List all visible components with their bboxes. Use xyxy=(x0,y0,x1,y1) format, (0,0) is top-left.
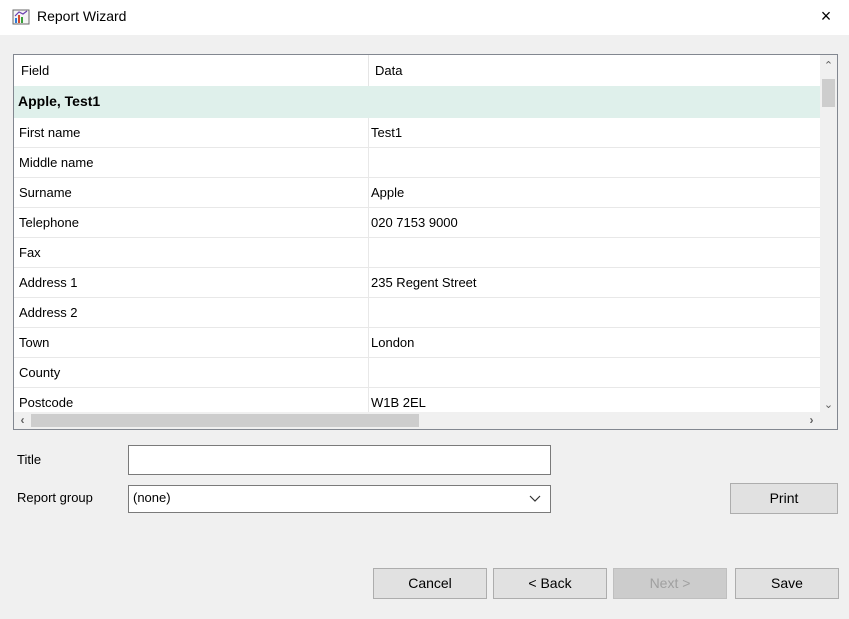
next-button[interactable]: Next > xyxy=(613,568,727,599)
title-input[interactable] xyxy=(128,445,551,475)
data-cell: London xyxy=(371,335,415,350)
table-row[interactable]: Middle name xyxy=(14,148,820,178)
table-row[interactable]: Address 2 xyxy=(14,298,820,328)
vertical-scrollbar[interactable]: ⌃ ⌄ xyxy=(820,55,837,414)
data-cell: 020 7153 9000 xyxy=(371,215,458,230)
field-cell: Address 2 xyxy=(14,298,369,328)
table-row[interactable]: Fax xyxy=(14,238,820,268)
table-row[interactable]: Town London xyxy=(14,328,820,358)
table-row[interactable]: Surname Apple xyxy=(14,178,820,208)
grid-header: Field Data xyxy=(14,55,820,87)
back-button[interactable]: < Back xyxy=(493,568,607,599)
column-header-data[interactable]: Data xyxy=(369,55,820,86)
horizontal-scroll-thumb[interactable] xyxy=(31,414,419,427)
data-cell: Test1 xyxy=(371,125,403,140)
field-cell: Telephone xyxy=(14,208,369,238)
report-group-select[interactable]: (none) xyxy=(128,485,551,513)
window-title: Report Wizard xyxy=(37,8,127,24)
vertical-scroll-thumb[interactable] xyxy=(822,79,835,107)
table-row[interactable]: County xyxy=(14,358,820,388)
report-data-grid[interactable]: Field Data Apple, Test1 First name Test1 M… xyxy=(13,54,838,430)
save-button[interactable]: Save xyxy=(735,568,839,599)
field-cell: County xyxy=(14,358,369,388)
scroll-right-icon[interactable]: › xyxy=(803,412,820,429)
table-row[interactable]: Telephone 020 7153 9000 xyxy=(14,208,820,238)
table-row[interactable]: First name Test1 xyxy=(14,118,820,148)
scroll-up-icon[interactable]: ⌃ xyxy=(820,58,837,75)
scrollbar-corner xyxy=(820,412,837,429)
report-group-value: (none) xyxy=(133,490,171,505)
field-cell: Middle name xyxy=(14,148,369,178)
field-cell: Town xyxy=(14,328,369,358)
close-icon[interactable]: × xyxy=(803,0,849,35)
print-button[interactable]: Print xyxy=(730,483,838,514)
data-cell xyxy=(369,298,820,328)
report-group-label: Report group xyxy=(17,490,93,505)
report-wizard-icon xyxy=(12,9,30,25)
data-cell xyxy=(369,358,820,388)
field-cell: Fax xyxy=(14,238,369,268)
table-row[interactable]: Address 1 235 Regent Street xyxy=(14,268,820,298)
group-row[interactable]: Apple, Test1 xyxy=(14,86,820,118)
field-cell: Surname xyxy=(14,178,369,208)
grid-rows: Apple, Test1 First name Test1 Middle name S… xyxy=(14,86,820,417)
data-cell xyxy=(369,148,820,178)
column-header-field[interactable]: Field xyxy=(14,55,369,86)
title-label: Title xyxy=(17,452,42,467)
field-cell: First name xyxy=(14,118,369,148)
horizontal-scrollbar[interactable]: ‹ › xyxy=(14,412,820,429)
field-cell: Address 1 xyxy=(14,268,369,298)
data-cell: Apple xyxy=(371,185,405,200)
data-cell xyxy=(369,238,820,268)
chevron-down-icon xyxy=(529,495,541,502)
cancel-button[interactable]: Cancel xyxy=(373,568,487,599)
scroll-left-icon[interactable]: ‹ xyxy=(14,412,31,429)
data-cell: 235 Regent Street xyxy=(371,275,477,290)
title-bar: Report Wizard × xyxy=(0,0,849,35)
